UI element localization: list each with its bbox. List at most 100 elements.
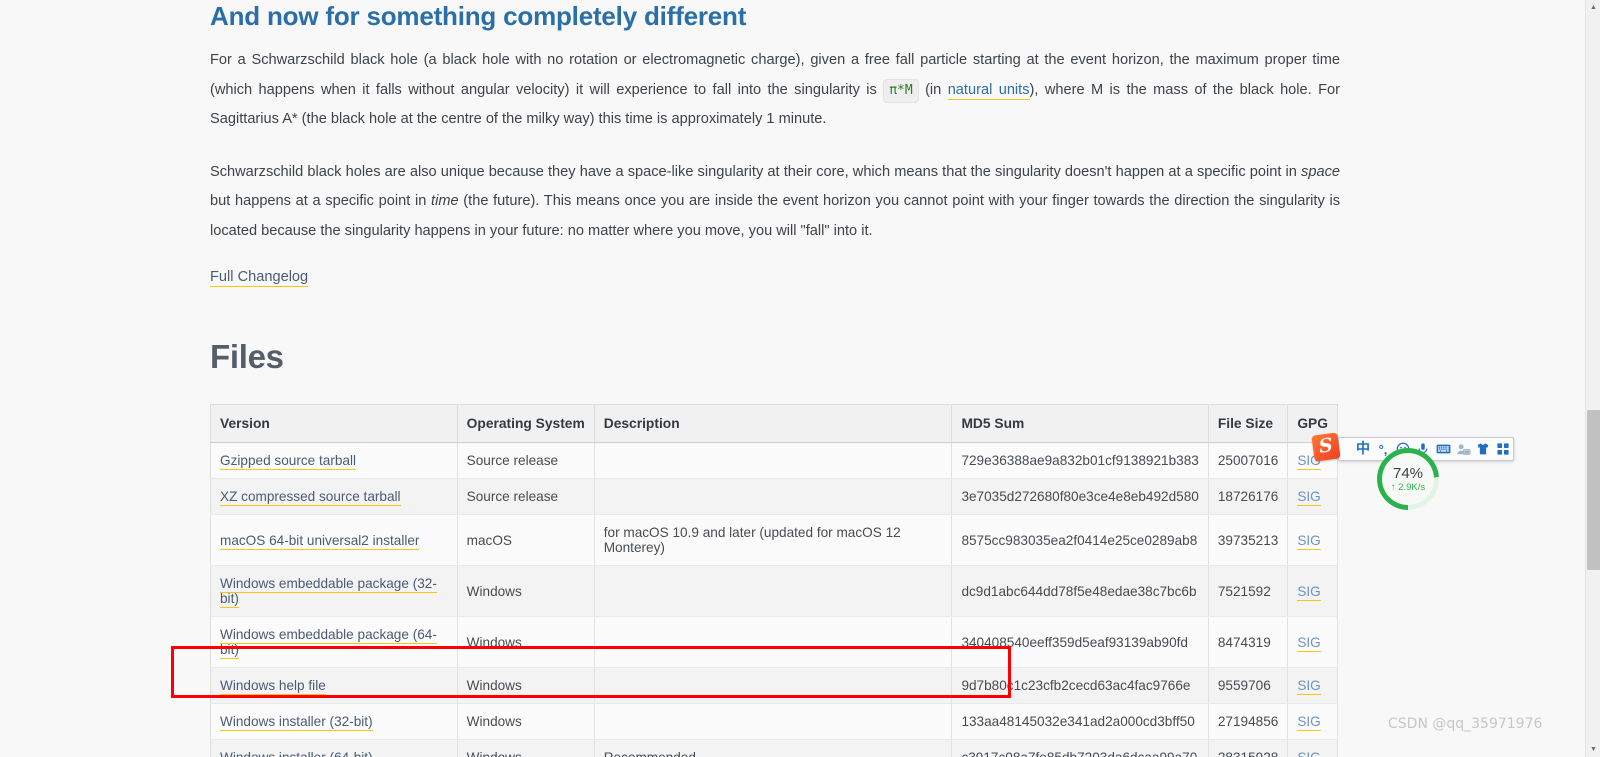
page-scrollbar[interactable]: ▲ ▼ bbox=[1585, 0, 1600, 757]
cell-gpg: SIG bbox=[1287, 739, 1338, 757]
cell-md5: 729e36388ae9a832b01cf9138921b383 bbox=[951, 442, 1209, 479]
download-progress-widget[interactable]: 74% ↑ 2.9K/s bbox=[1377, 448, 1439, 510]
download-percent-label: 74% bbox=[1392, 464, 1424, 482]
table-row: Windows embeddable package (64-bit) Wind… bbox=[210, 616, 1338, 668]
scroll-up-arrow-icon[interactable]: ▲ bbox=[1586, 0, 1600, 15]
cell-description bbox=[594, 667, 953, 704]
cell-gpg: SIG bbox=[1287, 667, 1338, 704]
csdn-watermark: CSDN @qq_35971976 bbox=[1388, 716, 1543, 732]
cell-version: Windows help file bbox=[210, 667, 458, 704]
sig-link[interactable]: SIG bbox=[1297, 583, 1321, 601]
paragraph1-text-part2: (in bbox=[918, 81, 948, 98]
file-download-link[interactable]: XZ compressed source tarball bbox=[220, 489, 401, 506]
files-heading: Files bbox=[210, 338, 284, 375]
cell-os: Windows bbox=[457, 739, 595, 757]
table-row: Windows embeddable package (32-bit) Wind… bbox=[210, 565, 1338, 617]
svg-text:26: 26 bbox=[1464, 450, 1468, 454]
sig-link[interactable]: SIG bbox=[1297, 750, 1321, 757]
cell-description bbox=[594, 703, 953, 740]
cell-md5: c3917c08a7fe85db7203da6dcaa99a70 bbox=[951, 739, 1209, 757]
column-header-version: Version bbox=[210, 404, 458, 443]
cell-version: Windows embeddable package (64-bit) bbox=[210, 616, 458, 668]
sig-link[interactable]: SIG bbox=[1297, 532, 1321, 550]
table-row-highlighted: Windows installer (64-bit) Windows Recom… bbox=[210, 739, 1338, 757]
cell-description bbox=[594, 565, 953, 617]
cell-filesize: 18726176 bbox=[1208, 478, 1289, 515]
page-root: And now for something completely differe… bbox=[0, 0, 1600, 757]
cell-filesize: 7521592 bbox=[1208, 565, 1289, 617]
file-download-link[interactable]: Windows embeddable package (32-bit) bbox=[220, 576, 437, 608]
cell-gpg: SIG bbox=[1287, 703, 1338, 740]
cell-description: Recommended bbox=[594, 739, 953, 757]
cell-os: Source release bbox=[457, 478, 595, 515]
cell-filesize: 39735213 bbox=[1208, 514, 1289, 566]
scrollbar-thumb[interactable] bbox=[1587, 410, 1600, 570]
user-profile-icon[interactable]: 26 bbox=[1453, 438, 1473, 460]
emphasis-space: space bbox=[1301, 163, 1340, 180]
scroll-down-arrow-icon[interactable]: ▼ bbox=[1586, 742, 1600, 757]
sogou-logo-icon[interactable]: S bbox=[1311, 432, 1341, 462]
cell-gpg: SIG bbox=[1287, 616, 1338, 668]
cell-filesize: 25007016 bbox=[1208, 442, 1289, 479]
files-table-header-row: Version Operating System Description MD5… bbox=[210, 404, 1338, 443]
file-download-link[interactable]: macOS 64-bit universal2 installer bbox=[220, 532, 420, 550]
cell-md5: 8575cc983035ea2f0414e25ce0289ab8 bbox=[951, 514, 1209, 566]
file-download-link[interactable]: Windows installer (32-bit) bbox=[220, 714, 373, 731]
files-table-body: Gzipped source tarball Source release 72… bbox=[210, 442, 1338, 757]
cell-version: Gzipped source tarball bbox=[210, 442, 458, 479]
column-header-filesize: File Size bbox=[1208, 404, 1289, 443]
files-table: Version Operating System Description MD5… bbox=[210, 404, 1338, 757]
skin-theme-icon[interactable] bbox=[1473, 438, 1493, 460]
cell-gpg: SIG bbox=[1287, 565, 1338, 617]
cell-os: Windows bbox=[457, 703, 595, 740]
cell-filesize: 9559706 bbox=[1208, 667, 1289, 704]
column-header-os: Operating System bbox=[457, 404, 595, 443]
table-row: macOS 64-bit universal2 installer macOS … bbox=[210, 514, 1338, 566]
file-download-link[interactable]: Windows help file bbox=[220, 678, 326, 695]
download-progress-inner: 74% ↑ 2.9K/s bbox=[1382, 453, 1434, 505]
sig-link[interactable]: SIG bbox=[1297, 634, 1321, 652]
cell-md5: 340408540eeff359d5eaf93139ab90fd bbox=[951, 616, 1209, 668]
changelog-link-wrapper: Full Changelog bbox=[210, 268, 1340, 287]
cell-os: Windows bbox=[457, 667, 595, 704]
sig-link[interactable]: SIG bbox=[1297, 489, 1321, 506]
cell-md5: 133aa48145032e341ad2a000cd3bff50 bbox=[951, 703, 1209, 740]
cell-md5: 3e7035d272680f80e3ce4e8eb492d580 bbox=[951, 478, 1209, 515]
cell-md5: 9d7b80c1c23cfb2cecd63ac4fac9766e bbox=[951, 667, 1209, 704]
sig-link[interactable]: SIG bbox=[1297, 678, 1321, 695]
table-row: Windows installer (32-bit) Windows 133aa… bbox=[210, 703, 1338, 740]
cell-version: Windows installer (64-bit) bbox=[210, 739, 458, 757]
natural-units-link[interactable]: natural units bbox=[947, 81, 1030, 100]
cell-description bbox=[594, 616, 953, 668]
cell-os: Source release bbox=[457, 442, 595, 479]
paragraph2-text-part2: but happens at a specific point in bbox=[210, 193, 432, 209]
table-row: Windows help file Windows 9d7b80c1c23cfb… bbox=[210, 667, 1338, 704]
file-download-link[interactable]: Gzipped source tarball bbox=[220, 453, 357, 470]
table-row: XZ compressed source tarball Source rele… bbox=[210, 478, 1338, 515]
file-download-link[interactable]: Windows embeddable package (64-bit) bbox=[220, 627, 437, 659]
paragraph-spacelike-singularity: Schwarzschild black holes are also uniqu… bbox=[210, 158, 1340, 247]
column-header-description: Description bbox=[594, 404, 953, 443]
cell-description bbox=[594, 442, 953, 479]
cell-filesize: 8474319 bbox=[1208, 616, 1289, 668]
files-table-head: Version Operating System Description MD5… bbox=[210, 404, 1338, 443]
paragraph2-text-part1: Schwarzschild black holes are also uniqu… bbox=[210, 163, 1302, 180]
cell-md5: dc9d1abc644dd78f5e48edae38c7bc6b bbox=[951, 565, 1209, 617]
sig-link[interactable]: SIG bbox=[1297, 714, 1321, 731]
page-title: And now for something completely differe… bbox=[210, 1, 747, 31]
full-changelog-link[interactable]: Full Changelog bbox=[210, 269, 309, 287]
paragraph-schwarzschild-time: For a Schwarzschild black hole (a black … bbox=[210, 46, 1340, 135]
cell-version: Windows installer (32-bit) bbox=[210, 703, 458, 740]
inline-code-pi-m: π*M bbox=[883, 78, 919, 103]
column-header-md5: MD5 Sum bbox=[951, 404, 1209, 443]
cell-filesize: 27194856 bbox=[1208, 703, 1289, 740]
file-download-link-windows-installer-64[interactable]: Windows installer (64-bit) bbox=[220, 750, 373, 757]
toolbox-icon[interactable] bbox=[1493, 438, 1513, 460]
cell-os: Windows bbox=[457, 616, 595, 668]
emphasis-time: time bbox=[431, 193, 459, 209]
cell-description: for macOS 10.9 and later (updated for ma… bbox=[594, 514, 953, 566]
cell-version: Windows embeddable package (32-bit) bbox=[210, 565, 458, 617]
cell-description bbox=[594, 478, 953, 515]
cell-gpg: SIG bbox=[1287, 514, 1338, 566]
chinese-input-mode-icon[interactable]: 中 bbox=[1353, 438, 1373, 460]
